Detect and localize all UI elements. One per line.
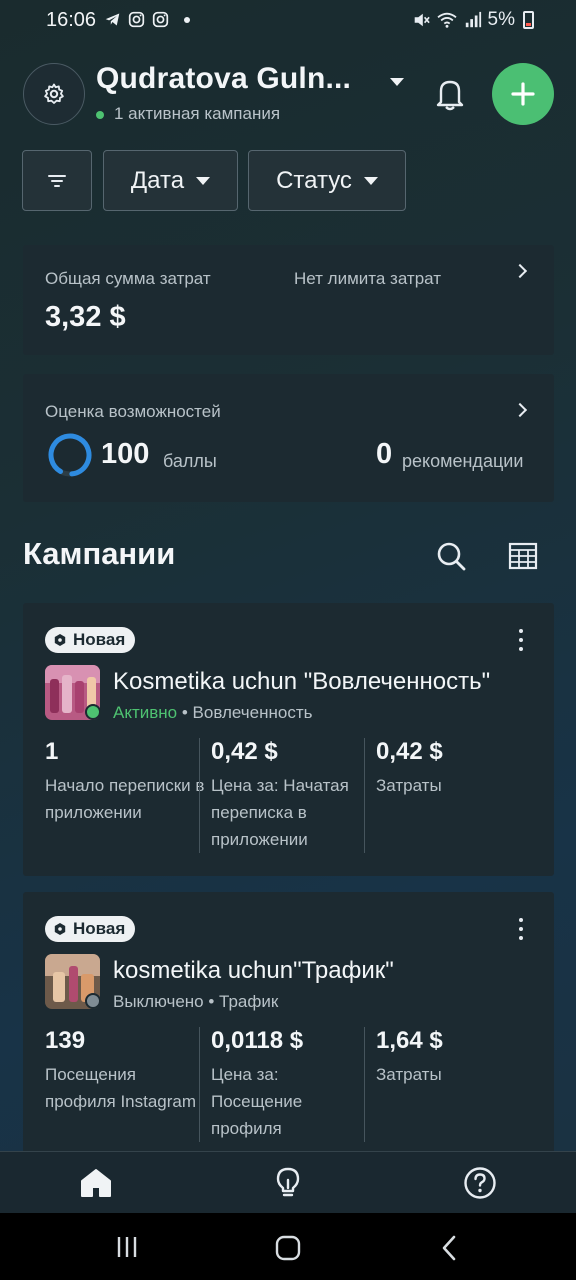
total-spend-label: Общая сумма затрат	[45, 269, 211, 288]
recent-apps-icon[interactable]	[115, 1235, 139, 1259]
campaign-status: Активно	[113, 703, 178, 722]
search-icon[interactable]	[435, 540, 467, 572]
telegram-icon	[105, 13, 120, 26]
chevron-right-icon	[512, 263, 528, 279]
metric-cost-per-result: 0,42 $ Цена за: Начатая переписка в прил…	[211, 738, 371, 853]
campaign-card[interactable]: Новая Kosmetika uchun "Вовлеченность" Ак…	[23, 603, 554, 876]
divider	[364, 738, 365, 853]
filter-button[interactable]	[22, 150, 92, 211]
notification-icons	[104, 11, 190, 28]
active-status-dot	[96, 111, 104, 119]
divider	[199, 1027, 200, 1142]
spend-limit-label: Нет лимита затрат	[294, 269, 442, 288]
home-button-icon[interactable]	[275, 1235, 301, 1261]
metric-spend: 1,64 $ Затраты	[376, 1027, 536, 1088]
metric-label: Цена за: Посещение профиля	[211, 1065, 303, 1138]
total-spend-value: 3,32 $	[45, 301, 126, 333]
instagram-icon	[152, 11, 169, 28]
instagram-icon	[128, 11, 145, 28]
signal-icon	[465, 11, 481, 28]
status-filter-dropdown[interactable]: Статус	[248, 150, 406, 211]
metric-label: Начало переписки в приложении	[45, 776, 205, 822]
metric-cost-per-result: 0,0118 $ Цена за: Посещение профиля	[211, 1027, 371, 1142]
plus-icon	[511, 82, 535, 106]
campaign-status: Выключено	[113, 992, 204, 1011]
metric-label: Затраты	[376, 776, 442, 795]
campaign-objective: • Трафик	[208, 992, 279, 1011]
opportunity-score-gauge	[48, 433, 92, 477]
divider	[364, 1027, 365, 1142]
system-navigation-bar	[0, 1213, 576, 1280]
opportunity-label: Оценка возможностей	[45, 402, 221, 421]
chevron-down-icon	[363, 176, 378, 185]
app-screen: 16:06 5% Qudratova Guln... 1 активная ка…	[0, 0, 576, 1280]
more-options-icon[interactable]	[518, 629, 524, 651]
status-dot	[85, 704, 101, 720]
status-time: 16:06	[46, 9, 97, 31]
metric-label: Посещения профиля Instagram	[45, 1065, 197, 1111]
gear-icon	[44, 83, 64, 104]
bottom-navigation	[0, 1151, 576, 1213]
metric-value: 139	[45, 1027, 86, 1054]
campaign-objective: • Вовлеченность	[181, 703, 313, 722]
back-icon[interactable]	[440, 1235, 458, 1261]
mute-icon	[414, 13, 430, 27]
hexagon-icon	[54, 923, 66, 935]
date-filter-dropdown[interactable]: Дата	[103, 150, 238, 211]
opportunity-score-unit: баллы	[163, 451, 217, 471]
settings-button[interactable]	[23, 63, 85, 125]
filter-icon	[48, 174, 66, 187]
campaigns-title: Кампании	[23, 536, 176, 571]
metric-label: Цена за: Начатая переписка в приложении	[211, 776, 349, 849]
home-icon[interactable]	[79, 1166, 113, 1200]
recommendations-label: рекомендации	[402, 451, 524, 471]
chevron-right-icon	[512, 402, 528, 418]
metric-value: 1	[45, 738, 59, 765]
new-badge: Новая	[45, 916, 136, 942]
battery-icon	[523, 11, 534, 29]
hexagon-icon	[54, 634, 66, 646]
opportunity-score-card[interactable]: Оценка возможностей 100 баллы 0 рекоменд…	[23, 374, 554, 502]
table-view-icon[interactable]	[508, 542, 538, 570]
metric-value: 0,42 $	[376, 738, 443, 765]
more-options-icon[interactable]	[518, 918, 524, 940]
metric-results: 1 Начало переписки в приложении	[45, 738, 205, 826]
lightbulb-icon[interactable]	[271, 1166, 305, 1200]
bell-icon[interactable]	[433, 76, 467, 112]
campaign-status-line: Выключено • Трафик	[113, 992, 278, 1012]
metric-label: Затраты	[376, 1065, 442, 1084]
badge-label: Новая	[73, 919, 126, 938]
metric-value: 0,42 $	[211, 738, 278, 765]
badge-label: Новая	[73, 630, 126, 649]
active-campaigns-text: 1 активная кампания	[114, 104, 281, 123]
campaign-card[interactable]: Новая kosmetika uchun"Трафик" Выключено …	[23, 892, 554, 1162]
metric-results: 139 Посещения профиля Instagram	[45, 1027, 205, 1115]
battery-percent: 5%	[487, 9, 515, 30]
status-bar: 16:06 5%	[0, 0, 576, 42]
divider	[199, 738, 200, 853]
campaign-name[interactable]: Kosmetika uchun "Вовлеченность"	[113, 668, 490, 696]
add-campaign-button[interactable]	[492, 63, 554, 125]
chevron-down-icon[interactable]	[390, 78, 404, 86]
status-dot	[85, 993, 101, 1009]
metric-value: 1,64 $	[376, 1027, 443, 1054]
new-badge: Новая	[45, 627, 136, 653]
metric-value: 0,0118 $	[211, 1027, 304, 1054]
recommendations-count: 0	[376, 438, 393, 470]
chevron-down-icon	[196, 176, 211, 185]
help-icon[interactable]	[463, 1166, 497, 1200]
more-notifications-dot	[184, 16, 190, 23]
date-filter-label: Дата	[130, 166, 185, 194]
wifi-icon	[436, 12, 457, 28]
status-filter-label: Статус	[276, 166, 352, 194]
total-spend-card[interactable]: Общая сумма затрат 3,32 $ Нет лимита зат…	[23, 245, 554, 355]
account-name[interactable]: Qudratova Guln...	[96, 62, 351, 96]
metric-spend: 0,42 $ Затраты	[376, 738, 536, 799]
system-status: 5%	[412, 9, 534, 31]
campaign-name[interactable]: kosmetika uchun"Трафик"	[113, 957, 394, 985]
opportunity-score-value: 100	[101, 438, 150, 470]
campaign-status-line: Активно • Вовлеченность	[113, 703, 312, 723]
